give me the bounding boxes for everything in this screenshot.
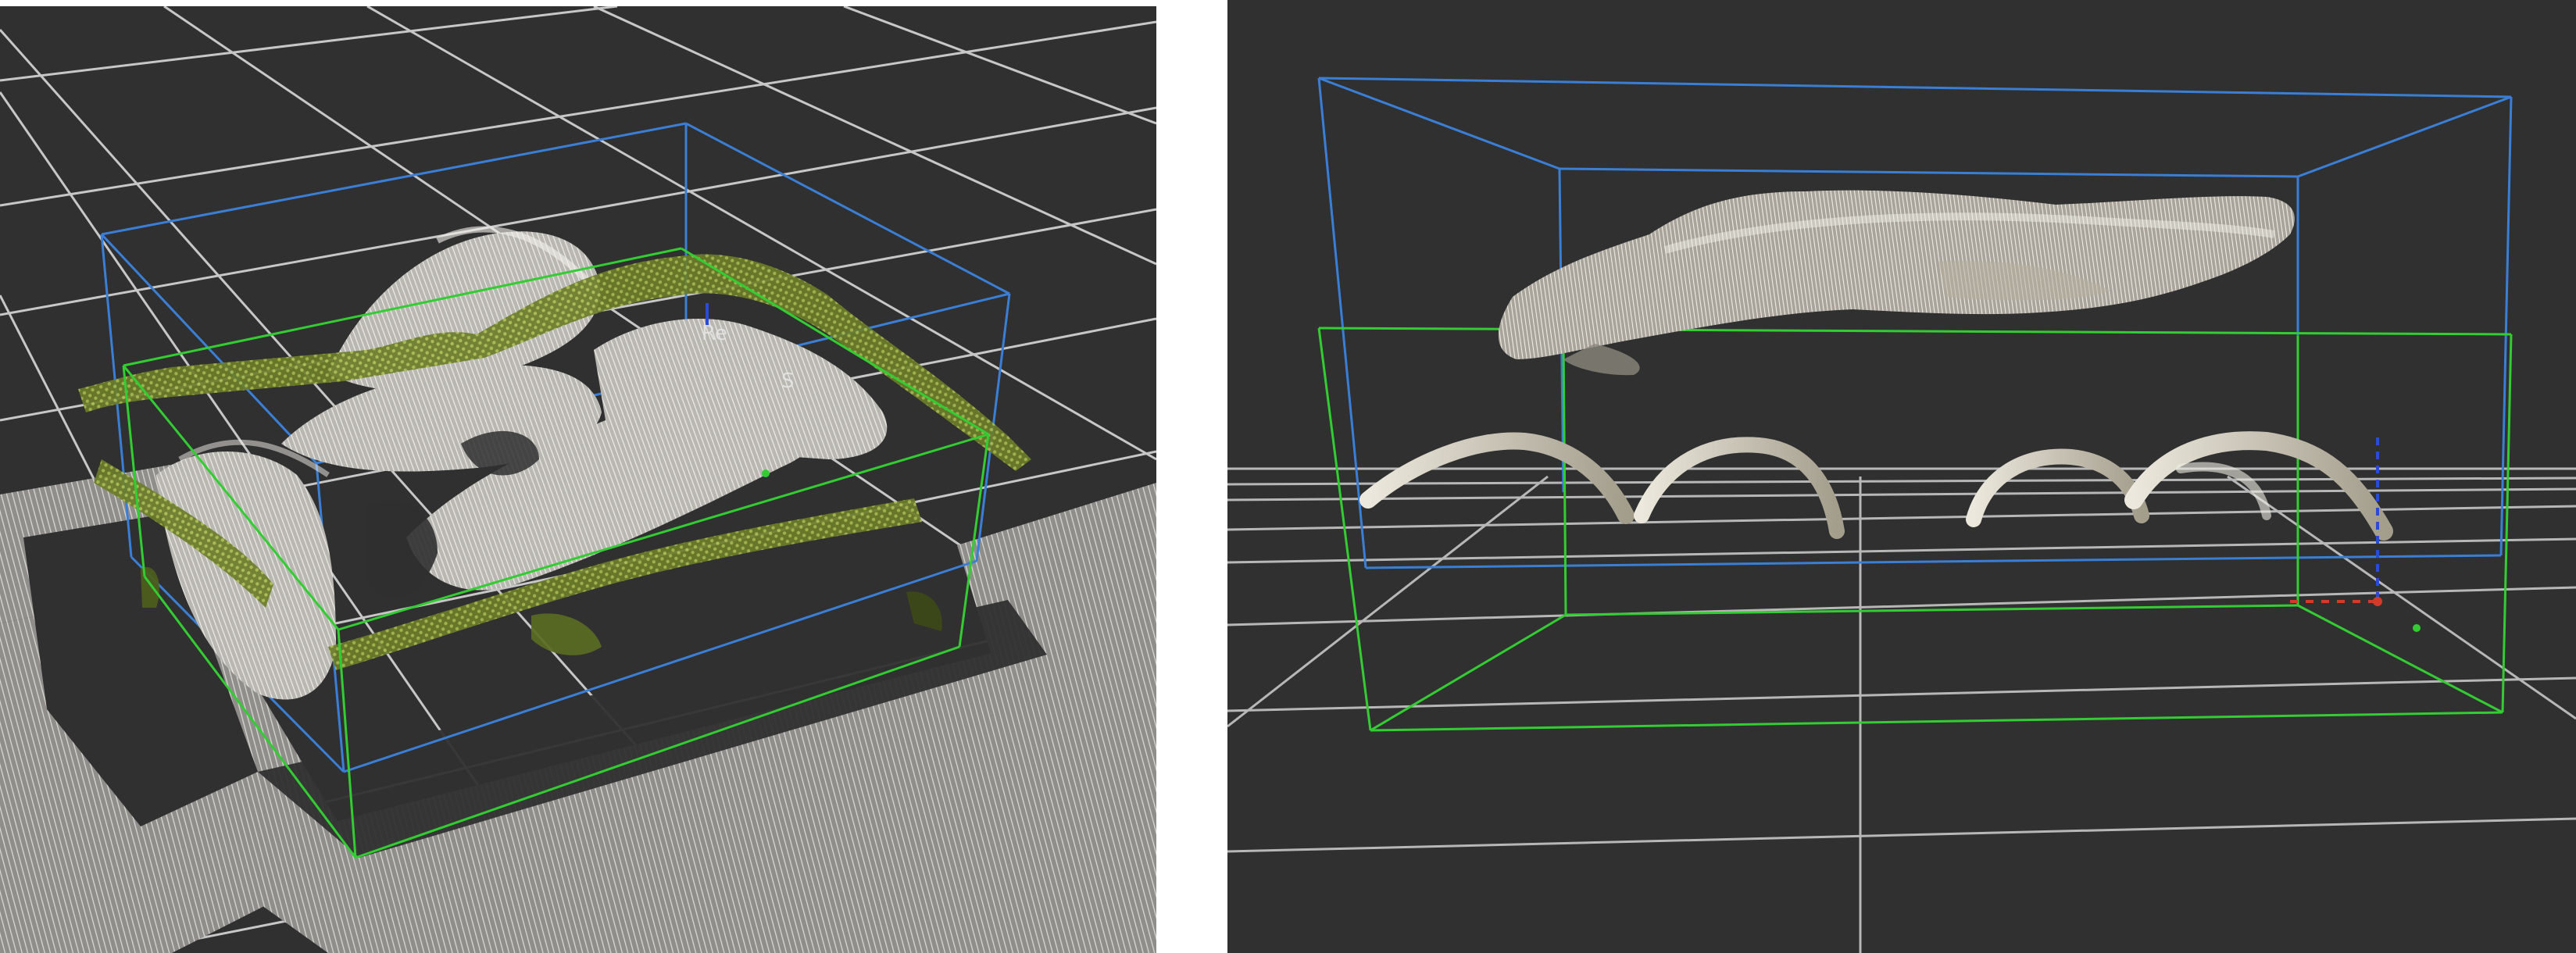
scene-right (1227, 77, 2576, 953)
frame-label: Re (702, 322, 727, 345)
viewport-left[interactable]: Re S (0, 6, 1156, 953)
scene-left: Re S (0, 6, 1156, 953)
inner-bounding-box (1317, 327, 2513, 732)
viewport-right[interactable] (1227, 0, 2576, 953)
ground-grid (1227, 467, 2576, 953)
frame-label: S (781, 369, 795, 393)
upper-mound-point-cloud (1498, 190, 2295, 376)
screenshot-stage: Re S (0, 0, 2576, 953)
